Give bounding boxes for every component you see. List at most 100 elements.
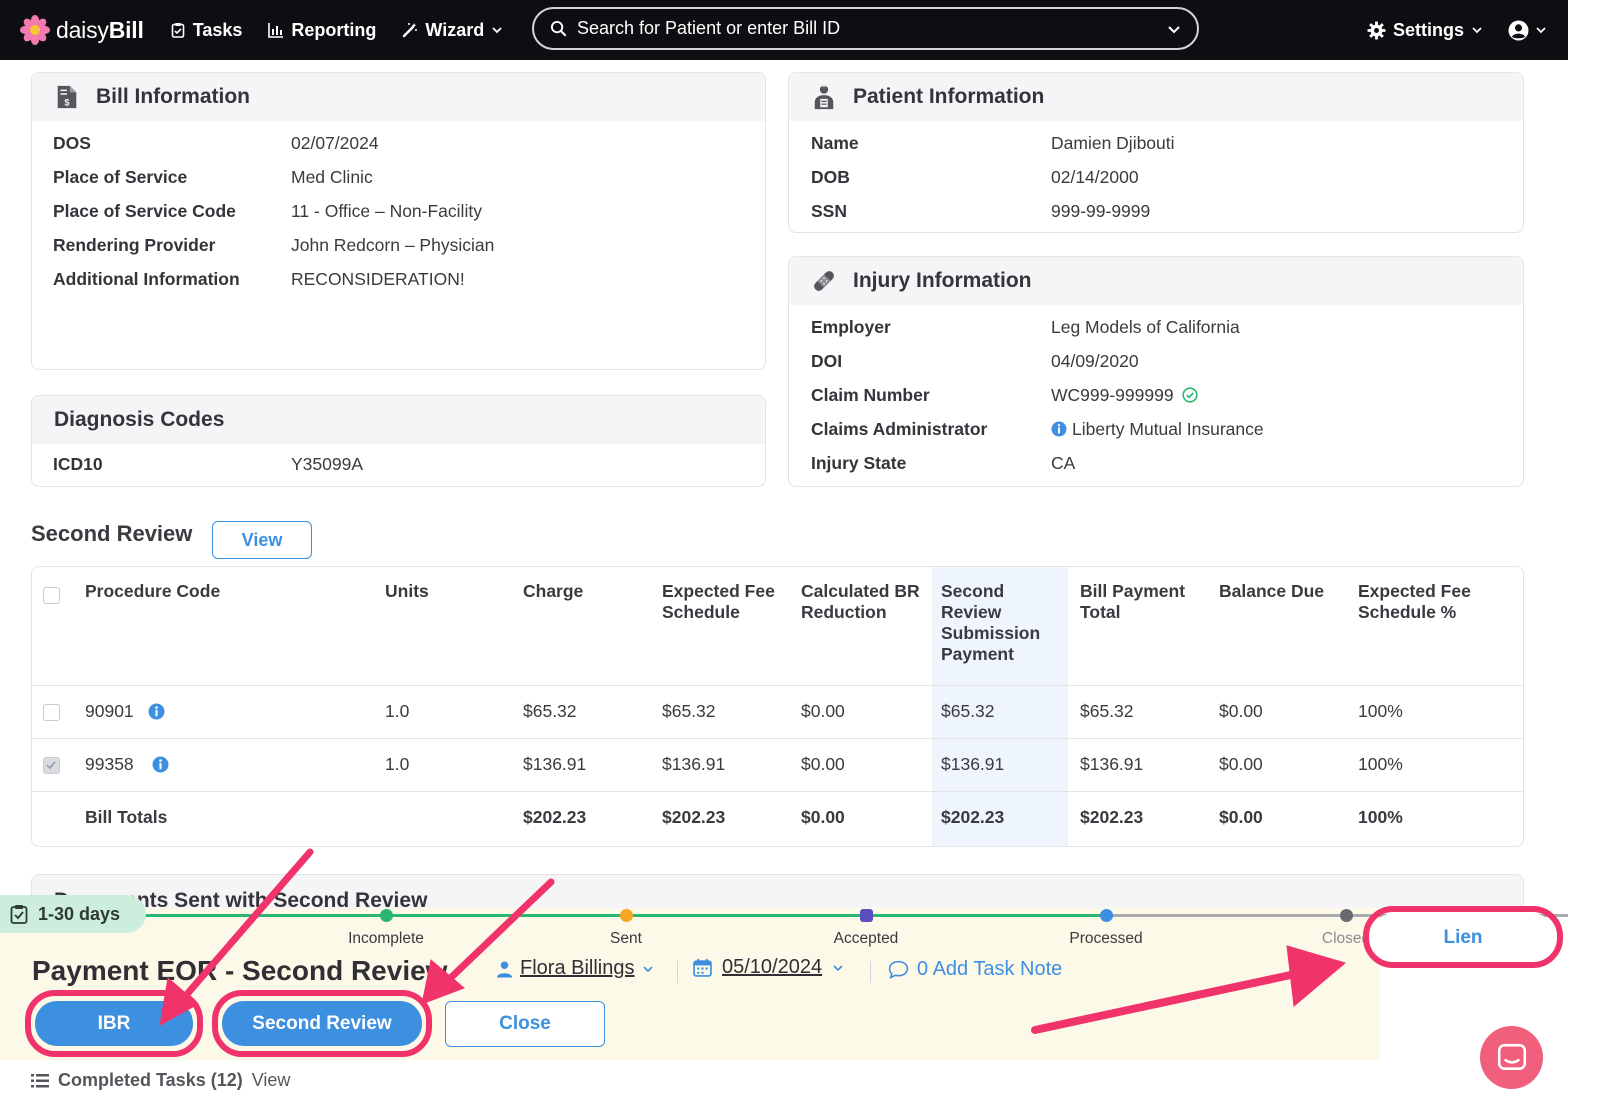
units-cell: 1.0 [385, 701, 410, 721]
add-task-note-link[interactable]: 0 Add Task Note [888, 958, 1062, 981]
divider [32, 791, 1523, 792]
calendar-icon [693, 959, 712, 977]
nav-tasks[interactable]: Tasks [170, 19, 243, 41]
user-icon [497, 961, 512, 977]
stage-label-sent: Sent [610, 930, 642, 947]
svg-text:$: $ [64, 97, 70, 107]
clipboard-check-icon [171, 23, 184, 38]
clipboard-check-icon [10, 905, 28, 924]
injury-info-label: Claims Administrator [811, 419, 988, 439]
bill-info-label: Place of Service [53, 167, 188, 187]
diagnosis-value: Y35099A [291, 454, 364, 474]
completed-tasks-view-link[interactable]: View [252, 1070, 291, 1091]
chevron-down-icon [1536, 27, 1546, 34]
due-date-value: 05/10/2024 [722, 956, 823, 978]
units-cell: 1.0 [385, 754, 410, 774]
divider [677, 961, 678, 983]
injury-info-value: CA [1051, 453, 1076, 473]
chevron-down-icon [492, 27, 502, 34]
col-header-units[interactable]: Units [385, 581, 429, 602]
check-icon [46, 761, 56, 770]
daisybill-logo[interactable]: daisyBill [20, 15, 144, 45]
nav-tasks-label: Tasks [192, 19, 243, 40]
bill-payment-total-cell: $65.32 [1080, 701, 1134, 721]
bandage-icon [814, 271, 834, 291]
claims-administrator-name: Liberty Mutual Insurance [1072, 419, 1264, 439]
top-navigation-bar: daisyBill Tasks Reporting Wizard Search … [0, 0, 1568, 60]
bill-info-value: 02/07/2024 [291, 133, 379, 153]
col-header-second-review-submission-payment[interactable]: Second Review Submission Payment [941, 581, 1046, 665]
patient-information-header: Patient Information [789, 73, 1523, 121]
col-header-charge[interactable]: Charge [523, 581, 583, 602]
comment-icon [888, 960, 909, 979]
stage-label-processed: Processed [1069, 930, 1143, 947]
bill-info-value: 11 - Office – Non-Facility [291, 201, 482, 221]
stage-label-closed: Closed [1321, 930, 1371, 947]
patient-info-label: SSN [811, 201, 847, 221]
magic-wand-icon [403, 23, 418, 38]
nav-wizard[interactable]: Wizard [402, 20, 503, 41]
procedure-code-cell: 90901 [85, 701, 134, 722]
stage-processed-dot [1100, 909, 1113, 922]
assignee-name: Flora Billings [520, 957, 635, 979]
chevron-down-icon[interactable] [1167, 22, 1181, 36]
bill-information-card: $ Bill Information DOS 02/07/2024 Place o… [31, 72, 766, 370]
total-second-review-payment: $202.23 [941, 807, 1005, 827]
expected-fee-schedule-cell: $136.91 [662, 754, 726, 774]
col-header-bill-payment-total[interactable]: Bill Payment Total [1080, 581, 1200, 623]
nav-reporting[interactable]: Reporting [268, 20, 376, 41]
chevron-down-icon [1472, 27, 1482, 34]
injury-information-header: Injury Information [789, 257, 1523, 305]
expected-fee-schedule-cell: $65.32 [662, 701, 716, 721]
injury-info-label: DOI [811, 351, 843, 371]
info-icon[interactable] [148, 703, 165, 720]
bill-info-value: Med Clinic [291, 167, 373, 187]
divider [32, 685, 1523, 686]
stage-label-incomplete: Incomplete [348, 930, 424, 947]
close-task-button[interactable]: Close [445, 1001, 605, 1047]
task-due-date[interactable]: 05/10/2024 [693, 956, 844, 979]
row-checkbox-checked[interactable] [43, 757, 60, 774]
total-balance-due: $0.00 [1219, 807, 1263, 827]
second-review-button[interactable]: Second Review [222, 1001, 422, 1046]
settings-menu[interactable]: Settings [1367, 0, 1483, 60]
balance-due-cell: $0.00 [1219, 754, 1263, 774]
completed-tasks-row[interactable]: Completed Tasks (12) View [31, 1070, 290, 1091]
col-header-balance-due[interactable]: Balance Due [1219, 581, 1339, 602]
col-header-expected-fee-schedule-pct[interactable]: Expected Fee Schedule % [1358, 581, 1498, 623]
claims-administrator-link[interactable]: Liberty Mutual Insurance [1051, 419, 1264, 440]
patient-search-input[interactable]: Search for Patient or enter Bill ID [532, 7, 1199, 50]
brand-name: daisyBill [56, 16, 144, 43]
invoice-dollar-icon: $ [57, 85, 77, 109]
procedure-code: 90901 [85, 701, 134, 721]
verified-check-icon [1182, 387, 1199, 403]
info-icon [1051, 421, 1067, 437]
charge-cell: $136.91 [523, 754, 587, 774]
task-assignee[interactable]: Flora Billings [497, 957, 654, 980]
patient-info-value: 02/14/2000 [1051, 167, 1139, 187]
user-circle-icon [1508, 20, 1529, 40]
account-menu[interactable] [1508, 0, 1547, 60]
row-checkbox[interactable] [43, 704, 60, 721]
col-header-calculated-br-reduction[interactable]: Calculated BR Reduction [801, 581, 926, 623]
injury-info-value: Leg Models of California [1051, 317, 1240, 337]
nav-reporting-label: Reporting [291, 19, 377, 40]
search-icon [550, 20, 567, 37]
col-header-procedure-code[interactable]: Procedure Code [85, 581, 220, 602]
chevron-down-icon [643, 965, 654, 972]
stage-incomplete-dot [380, 909, 393, 922]
total-expected-fee-schedule: $202.23 [662, 807, 726, 827]
col-header-expected-fee-schedule[interactable]: Expected Fee Schedule [662, 581, 787, 623]
bill-info-label: Rendering Provider [53, 235, 216, 255]
select-all-checkbox[interactable] [43, 587, 60, 604]
total-charge: $202.23 [523, 807, 587, 827]
info-icon[interactable] [152, 756, 169, 773]
task-title: Payment EOR - Second Review [32, 955, 448, 986]
balance-due-cell: $0.00 [1219, 701, 1263, 721]
ibr-button[interactable]: IBR [35, 1001, 193, 1046]
chat-launcher-button[interactable] [1480, 1026, 1543, 1089]
second-review-view-button[interactable]: View [212, 521, 312, 559]
lien-button[interactable]: Lien [1370, 913, 1556, 963]
patient-info-value: 999-99-9999 [1051, 201, 1151, 221]
injury-info-label: Injury State [811, 453, 907, 473]
